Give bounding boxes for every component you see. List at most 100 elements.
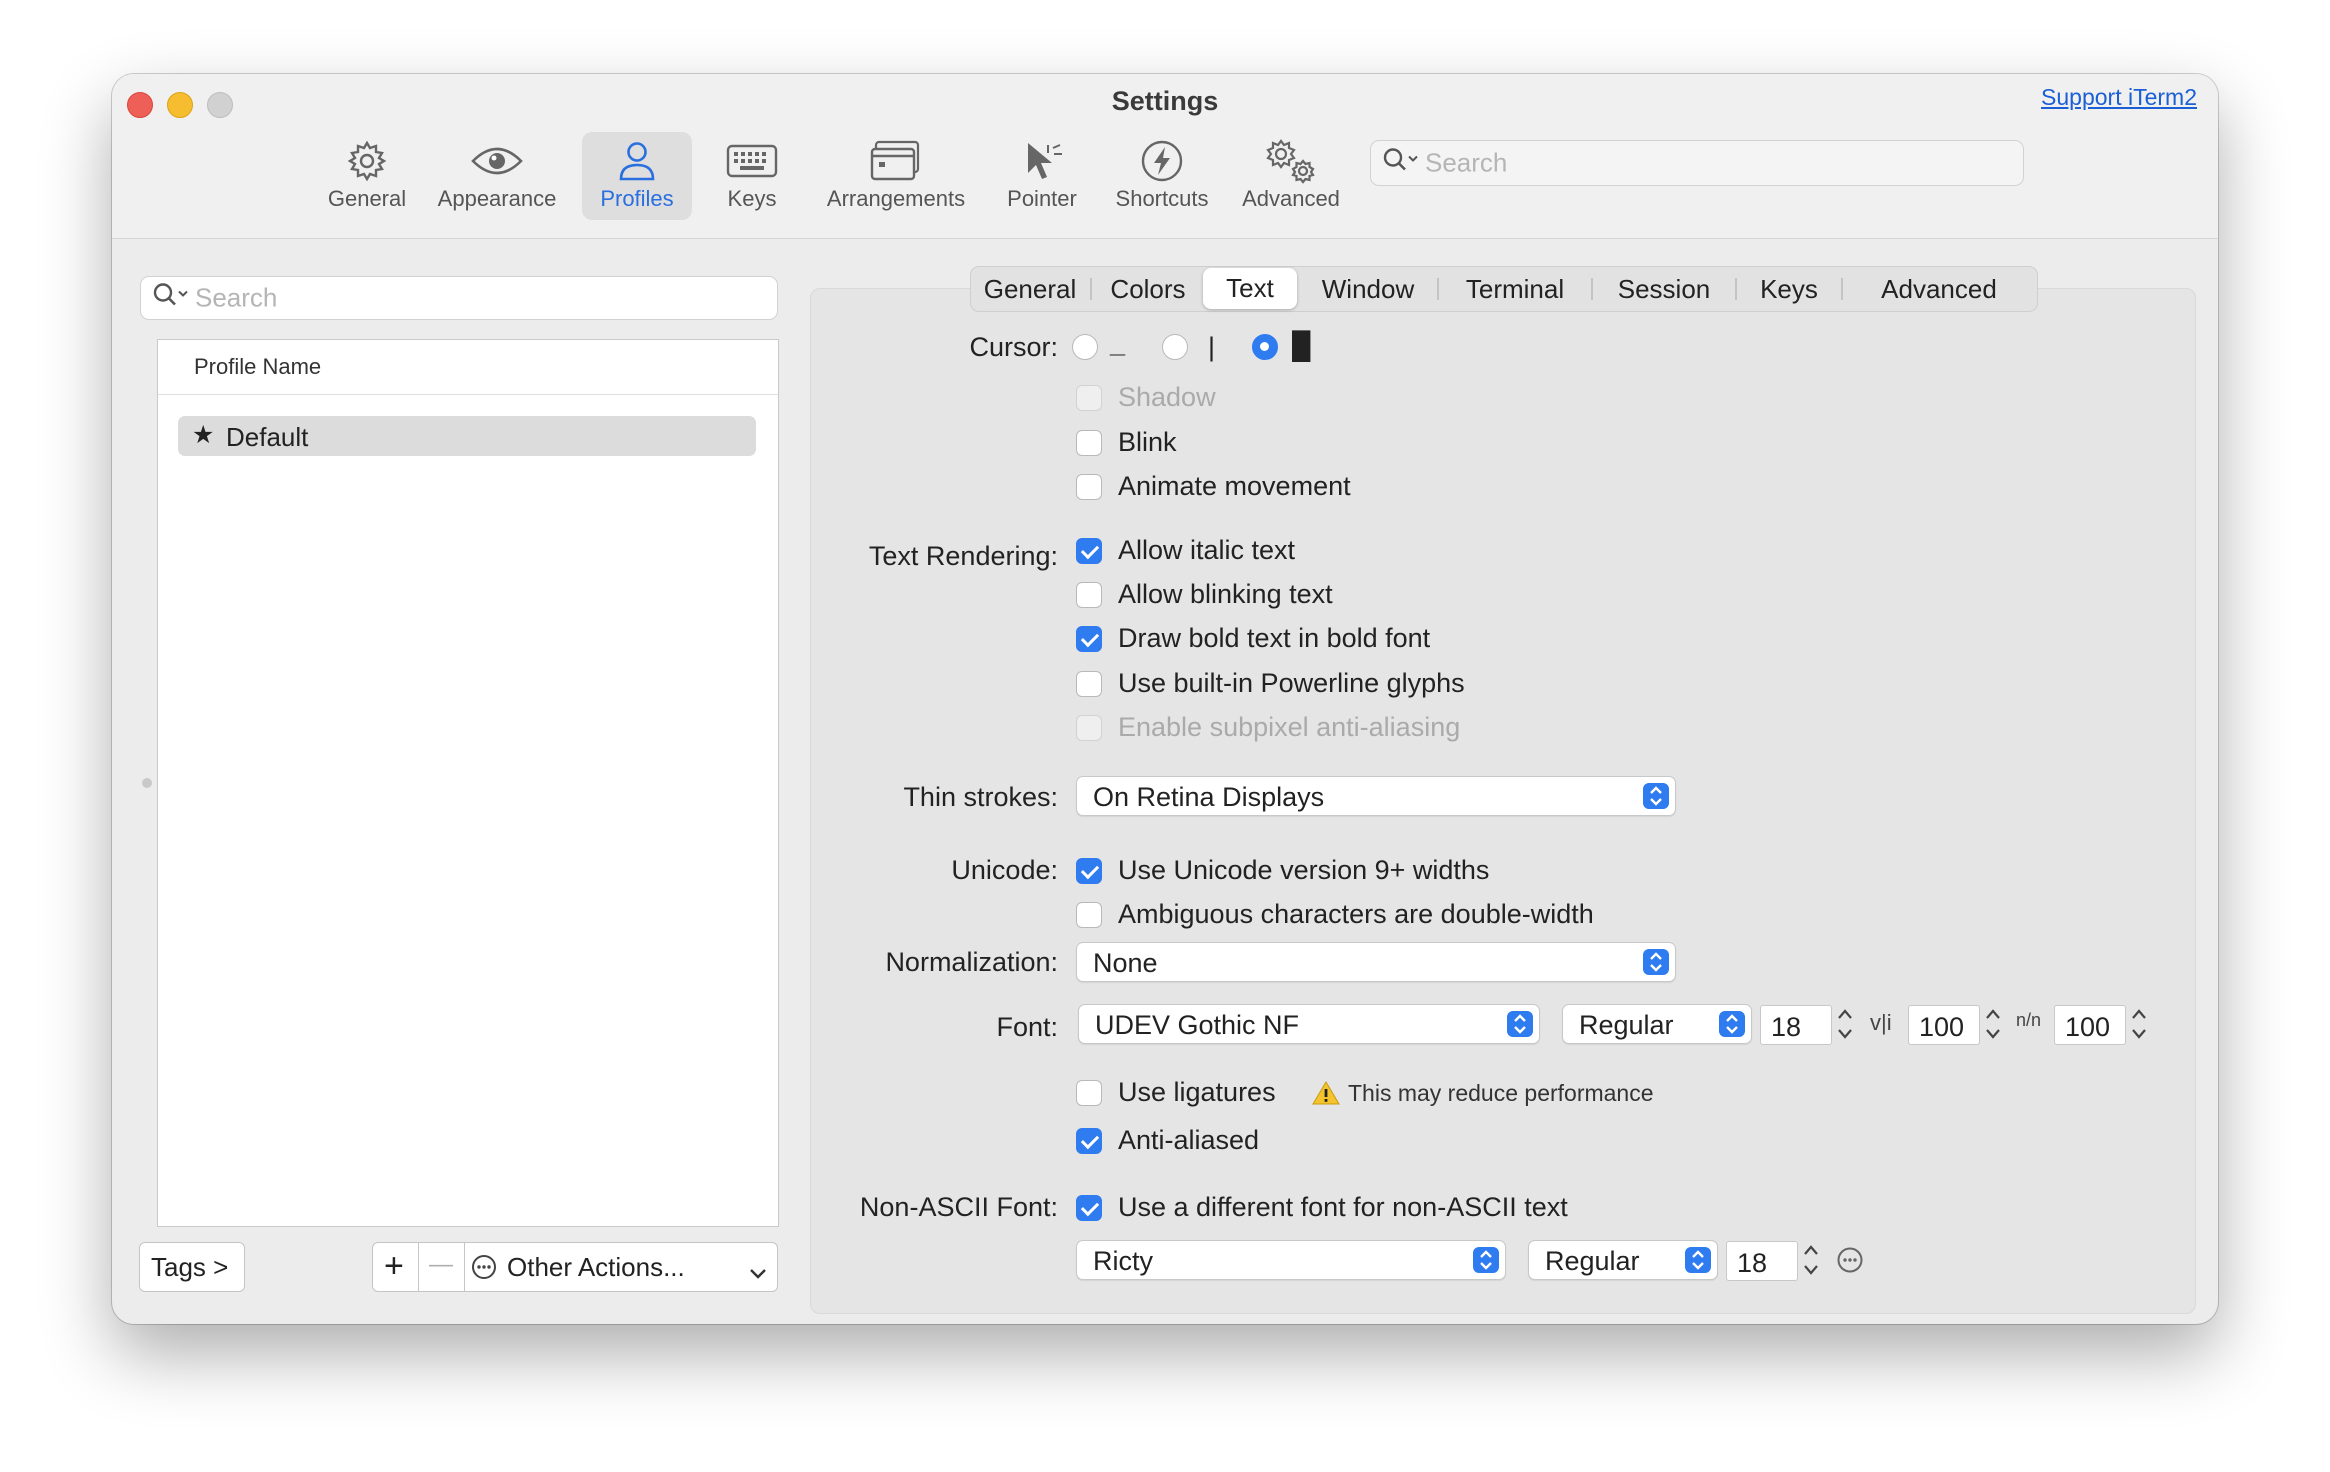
toolbar-advanced-label: Advanced (1242, 186, 1340, 211)
tags-button-label: Tags > (151, 1252, 229, 1282)
font-size-stepper[interactable] (1834, 1004, 1856, 1044)
tab-colors[interactable]: Colors (1091, 267, 1205, 311)
tab-text[interactable]: Text (1203, 268, 1297, 309)
chevron-down-icon (749, 1257, 767, 1288)
ellipsis-circle-icon[interactable] (1836, 1246, 1864, 1279)
ligatures-checkbox[interactable] (1076, 1080, 1102, 1106)
split-view-handle[interactable] (142, 778, 152, 788)
unicode9-widths-checkbox[interactable] (1076, 858, 1102, 884)
tab-session[interactable]: Session (1593, 267, 1735, 311)
profile-row-name: Default (226, 422, 309, 452)
normalization-popup[interactable]: None (1076, 942, 1676, 982)
thin-strokes-label: Thin strokes: (903, 782, 1058, 812)
thin-strokes-popup[interactable]: On Retina Displays (1076, 776, 1676, 816)
toolbar-pointer[interactable]: Pointer (992, 132, 1092, 220)
profile-list: Profile Name ★ Default (157, 339, 779, 1227)
toolbar-arrangements[interactable]: Arrangements (812, 132, 980, 220)
anti-aliased-checkbox[interactable] (1076, 1128, 1102, 1154)
toolbar-advanced[interactable]: Advanced (1232, 132, 1350, 220)
settings-window: Settings Support iTerm2 General Appearan… (112, 74, 2218, 1324)
horizontal-spacing-value: 100 (1919, 1012, 1965, 1042)
profile-name-column-header: Profile Name (194, 354, 322, 379)
updown-chevron-icon (1507, 1011, 1533, 1037)
toolbar-search-placeholder: Search (1425, 147, 1508, 178)
anti-aliased-label: Anti-aliased (1118, 1125, 1260, 1155)
font-family-popup[interactable]: UDEV Gothic NF (1078, 1004, 1540, 1044)
tab-keys[interactable]: Keys (1737, 267, 1841, 311)
non-ascii-font-size-stepper[interactable] (1800, 1240, 1822, 1280)
non-ascii-different-font-checkbox[interactable] (1076, 1195, 1102, 1221)
font-weight-value: Regular (1579, 1010, 1674, 1040)
horizontal-spacing-field[interactable]: 100 (1908, 1005, 1980, 1045)
toolbar-appearance[interactable]: Appearance (430, 132, 564, 220)
horizontal-spacing-icon: v|i (1870, 1010, 1892, 1035)
star-icon: ★ (192, 421, 215, 449)
profile-row-default[interactable]: ★ Default (178, 416, 756, 456)
tab-terminal[interactable]: Terminal (1439, 267, 1591, 311)
horizontal-spacing-stepper[interactable] (1982, 1004, 2004, 1044)
remove-profile-button[interactable]: — (418, 1242, 466, 1292)
normalization-value: None (1093, 948, 1158, 978)
subpixel-aa-checkbox[interactable] (1076, 715, 1102, 741)
non-ascii-font-size-value: 18 (1737, 1248, 1768, 1278)
windows-icon (870, 140, 920, 181)
font-size-value: 18 (1771, 1012, 1802, 1042)
toolbar-keys[interactable]: Keys (710, 132, 794, 220)
keyboard-icon (726, 144, 778, 178)
font-size-field[interactable]: 18 (1760, 1005, 1832, 1045)
gears-icon (1266, 139, 1315, 184)
cursor-box-radio[interactable] (1252, 334, 1278, 360)
vertical-spacing-field[interactable]: 100 (2054, 1005, 2126, 1045)
non-ascii-font-label: Non-ASCII Font: (859, 1192, 1058, 1222)
non-ascii-font-weight-popup[interactable]: Regular (1528, 1240, 1718, 1280)
non-ascii-font-family-value: Ricty (1093, 1246, 1153, 1276)
cursor-underline-radio[interactable] (1072, 334, 1098, 360)
toolbar-general[interactable]: General (320, 132, 414, 220)
tags-button[interactable]: Tags > (139, 1242, 245, 1292)
thin-strokes-value: On Retina Displays (1093, 782, 1325, 812)
profile-search-field[interactable]: Search (140, 276, 778, 320)
add-profile-button[interactable]: + (372, 1242, 420, 1292)
normalization-label: Normalization: (885, 947, 1058, 977)
support-iterm2-link[interactable]: Support iTerm2 (2041, 84, 2197, 111)
font-label: Font: (996, 1012, 1058, 1042)
profile-list-header[interactable]: Profile Name (158, 340, 778, 395)
shadow-checkbox[interactable] (1076, 385, 1102, 411)
cursor-bar-glyph: | (1208, 332, 1216, 362)
toolbar-shortcuts[interactable]: Shortcuts (1102, 132, 1222, 220)
tab-window[interactable]: Window (1299, 267, 1437, 311)
toolbar-search-field[interactable]: Search (1370, 140, 2024, 186)
updown-chevron-icon (1719, 1011, 1745, 1037)
cursor-box-glyph: █ (1292, 330, 1311, 360)
tab-general[interactable]: General (971, 267, 1089, 311)
cursor-bar-radio[interactable] (1162, 334, 1188, 360)
ambiguous-double-width-checkbox[interactable] (1076, 902, 1102, 928)
cursor-label: Cursor: (969, 332, 1058, 362)
unicode9-widths-label: Use Unicode version 9+ widths (1118, 855, 1490, 885)
profile-tabs: General Colors Text Window Terminal Sess… (970, 266, 2038, 312)
updown-chevron-icon (1643, 949, 1669, 975)
search-icon (151, 281, 191, 316)
non-ascii-font-size-field[interactable]: 18 (1726, 1241, 1798, 1281)
non-ascii-font-family-popup[interactable]: Ricty (1076, 1240, 1506, 1280)
allow-italic-checkbox[interactable] (1076, 538, 1102, 564)
powerline-glyphs-checkbox[interactable] (1076, 671, 1102, 697)
other-actions-menu[interactable]: Other Actions... (464, 1242, 778, 1292)
font-weight-popup[interactable]: Regular (1562, 1004, 1752, 1044)
warning-icon (1312, 1080, 1340, 1111)
unicode-label: Unicode: (951, 855, 1058, 885)
bold-font-checkbox[interactable] (1076, 626, 1102, 652)
other-actions-label: Other Actions... (507, 1252, 685, 1282)
ligatures-label: Use ligatures (1118, 1077, 1276, 1107)
shadow-label: Shadow (1118, 382, 1216, 412)
non-ascii-different-font-label: Use a different font for non-ASCII text (1118, 1192, 1568, 1222)
allow-blinking-checkbox[interactable] (1076, 582, 1102, 608)
blink-checkbox[interactable] (1076, 430, 1102, 456)
animate-movement-checkbox[interactable] (1076, 474, 1102, 500)
blink-label: Blink (1118, 427, 1177, 457)
titlebar: Settings Support iTerm2 General Appearan… (112, 74, 2218, 239)
vertical-spacing-stepper[interactable] (2128, 1004, 2150, 1044)
ligatures-warning: This may reduce performance (1348, 1080, 1654, 1106)
toolbar-profiles[interactable]: Profiles (582, 132, 692, 220)
tab-advanced[interactable]: Advanced (1843, 267, 2035, 311)
